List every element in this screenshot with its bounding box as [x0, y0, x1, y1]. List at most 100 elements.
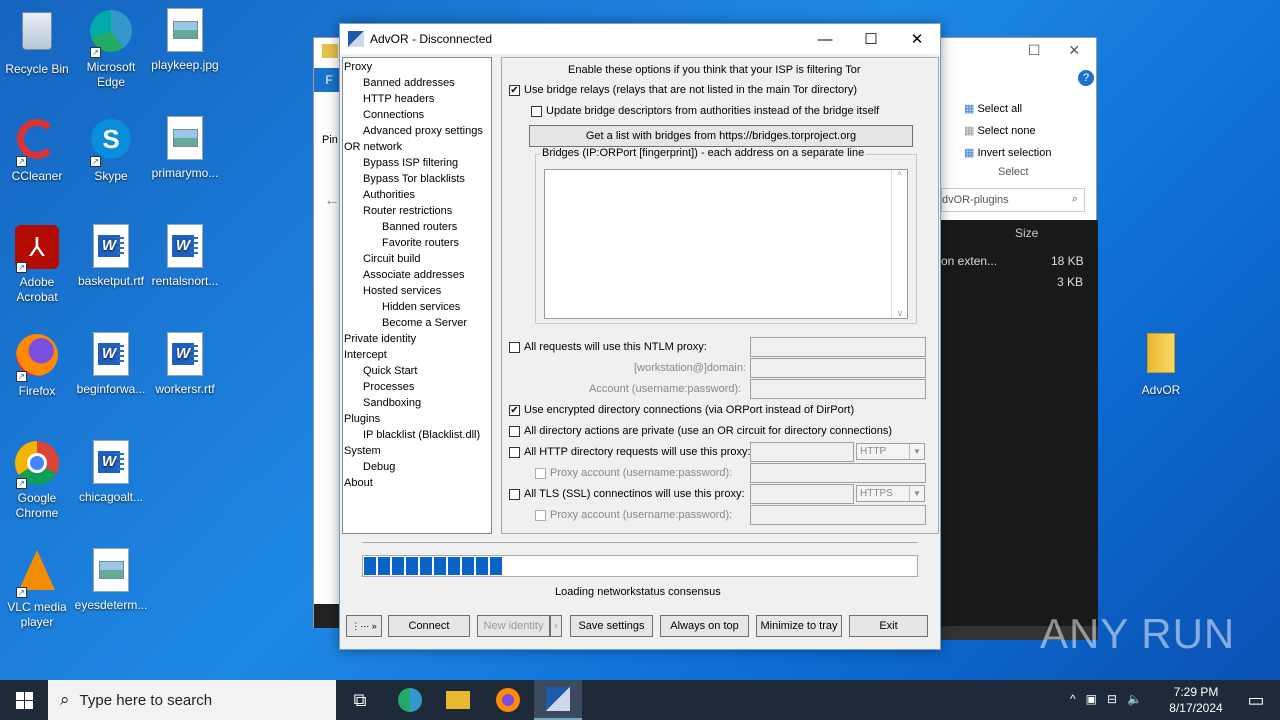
tree-item[interactable]: Bypass ISP filtering [343, 155, 491, 171]
skype-icon[interactable]: S ↗ Skype [74, 116, 148, 184]
get-bridges-button[interactable]: Get a list with bridges from https://bri… [529, 125, 913, 147]
tls-type-select[interactable]: HTTPS ▼ [856, 485, 925, 502]
tls-proxy-checkbox[interactable] [509, 489, 520, 500]
chrome-icon[interactable]: ↗ Google Chrome [0, 440, 74, 521]
workstation-field[interactable] [750, 358, 926, 378]
task-view-icon[interactable]: ⧉ [336, 680, 384, 720]
encrypted-dir-checkbox[interactable]: ✔ [509, 405, 520, 416]
tree-item[interactable]: Become a Server [343, 315, 491, 331]
chevron-up-icon[interactable]: ^ [1070, 692, 1076, 706]
tree-item[interactable]: Circuit build [343, 251, 491, 267]
tree-item[interactable]: Favorite routers [343, 235, 491, 251]
advor-taskbar-icon[interactable] [534, 680, 582, 720]
tree-item[interactable]: Hosted services [343, 283, 491, 299]
help-icon[interactable]: ? [1078, 70, 1094, 86]
select-all-button[interactable]: ▦ Select all [964, 98, 1051, 120]
tree-item[interactable]: Processes [343, 379, 491, 395]
tree-item[interactable]: System [343, 443, 491, 459]
menu-toggle-button[interactable]: ⋮⋯ » [346, 615, 382, 637]
word-file-icon[interactable]: W chicagoalt... [74, 440, 148, 505]
word-file-icon[interactable]: W rentalsnort... [148, 224, 222, 289]
title-bar[interactable]: AdvOR - Disconnected — ☐ ✕ [340, 24, 940, 54]
http-proxy-field[interactable] [750, 442, 854, 462]
use-bridges-label[interactable]: Use bridge relays (relays that are not l… [524, 84, 857, 96]
windows-start-icon[interactable] [0, 680, 48, 720]
pin-label[interactable]: Pin [322, 134, 338, 146]
tree-item[interactable]: Plugins [343, 411, 491, 427]
tree-item[interactable]: Banned addresses [343, 75, 491, 91]
dir-private-label[interactable]: All directory actions are private (use a… [524, 425, 892, 437]
dir-private-checkbox[interactable] [509, 426, 520, 437]
volume-icon[interactable]: 🔈 [1127, 692, 1142, 706]
proxy-account-checkbox[interactable] [535, 468, 546, 479]
maximize-icon[interactable]: ☐ [1028, 42, 1041, 59]
tree-item[interactable]: Private identity [343, 331, 491, 347]
save-settings-button[interactable]: Save settings [570, 615, 653, 637]
settings-tree[interactable]: Proxy Banned addresses HTTP headers Connect… [342, 57, 492, 534]
connect-button[interactable]: Connect [388, 615, 470, 637]
firefox-taskbar-icon[interactable] [484, 680, 532, 720]
ethernet-icon[interactable]: ⊟ [1107, 692, 1117, 706]
scrollbar[interactable]: ^ v [891, 170, 907, 318]
ccleaner-icon[interactable]: ↗ CCleaner [0, 116, 74, 184]
exit-button[interactable]: Exit [849, 615, 928, 637]
tree-item[interactable]: Bypass Tor blacklists [343, 171, 491, 187]
tls-proxy-account-checkbox[interactable] [535, 510, 546, 521]
tree-item[interactable]: Sandboxing [343, 395, 491, 411]
clock[interactable]: 7:29 PM 8/17/2024 [1160, 684, 1232, 716]
ntlm-proxy-field[interactable] [750, 337, 926, 357]
tree-item[interactable]: HTTP headers [343, 91, 491, 107]
tree-item[interactable]: Hidden services [343, 299, 491, 315]
image-file-icon[interactable]: playkeep.jpg [148, 8, 222, 73]
tls-proxy-label[interactable]: All TLS (SSL) connectinos will use this … [524, 488, 745, 500]
file-explorer-taskbar-icon[interactable] [434, 680, 482, 720]
edge-icon[interactable]: ↗ Microsoft Edge [74, 8, 148, 90]
tree-item[interactable]: Proxy [343, 59, 491, 75]
http-dir-proxy-label[interactable]: All HTTP directory requests will use thi… [524, 446, 751, 458]
image-file-icon[interactable]: eyesdeterm... [74, 548, 148, 613]
firefox-icon[interactable]: ↗ Firefox [0, 332, 74, 399]
minimize-to-tray-button[interactable]: Minimize to tray [756, 615, 842, 637]
update-descriptors-label[interactable]: Update bridge descriptors from authoriti… [546, 105, 879, 117]
tree-item[interactable]: Authorities [343, 187, 491, 203]
tree-item[interactable]: Intercept [343, 347, 491, 363]
taskbar-search[interactable]: ⌕ Type here to search [48, 680, 336, 720]
close-icon[interactable]: ✕ [894, 24, 940, 54]
tree-item[interactable]: IP blacklist (Blacklist.dll) [343, 427, 491, 443]
close-icon[interactable]: ✕ [1068, 42, 1080, 59]
word-file-icon[interactable]: W basketput.rtf [74, 224, 148, 289]
encrypted-dir-label[interactable]: Use encrypted directory connections (via… [524, 404, 854, 416]
always-on-top-button[interactable]: Always on top [660, 615, 749, 637]
tls-proxy-field[interactable] [750, 484, 854, 504]
update-descriptors-checkbox[interactable] [531, 106, 542, 117]
notifications-icon[interactable]: ▭ [1232, 680, 1280, 720]
maximize-icon[interactable]: ☐ [848, 24, 894, 54]
tree-item[interactable]: Debug [343, 459, 491, 475]
edge-taskbar-icon[interactable] [386, 680, 434, 720]
size-column-header[interactable]: Size [1015, 226, 1038, 240]
tree-item[interactable]: Connections [343, 107, 491, 123]
http-type-select[interactable]: HTTP ▼ [856, 443, 925, 460]
tree-item[interactable]: OR network [343, 139, 491, 155]
tree-item[interactable]: Associate addresses [343, 267, 491, 283]
folder-icon[interactable]: AdvOR [1124, 330, 1198, 398]
tree-item[interactable]: Advanced proxy settings [343, 123, 491, 139]
tree-item[interactable]: About [343, 475, 491, 491]
back-arrow-icon[interactable]: ← [324, 192, 340, 210]
bridges-textarea[interactable]: ^ v [544, 169, 908, 319]
ntlm-proxy-checkbox[interactable] [509, 342, 520, 353]
table-row[interactable]: on exten... 18 KB [941, 254, 1091, 268]
http-dir-proxy-checkbox[interactable] [509, 447, 520, 458]
tls-proxy-account-field[interactable] [750, 505, 926, 525]
network-status-icon[interactable]: ▣ [1086, 692, 1097, 706]
minimize-icon[interactable]: — [802, 24, 848, 54]
word-file-icon[interactable]: W beginforwa... [74, 332, 148, 397]
tree-item[interactable]: Quick Start [343, 363, 491, 379]
tree-item[interactable]: Banned routers [343, 219, 491, 235]
new-identity-dropdown[interactable]: › [550, 615, 562, 637]
acrobat-icon[interactable]: ⅄ ↗ Adobe Acrobat [0, 224, 74, 305]
image-file-icon[interactable]: primarymo... [148, 116, 222, 181]
recycle-bin-icon[interactable]: Recycle Bin [0, 8, 74, 77]
search-box[interactable]: dvOR-plugins ⌕ [941, 188, 1085, 212]
tree-item[interactable]: Router restrictions [343, 203, 491, 219]
